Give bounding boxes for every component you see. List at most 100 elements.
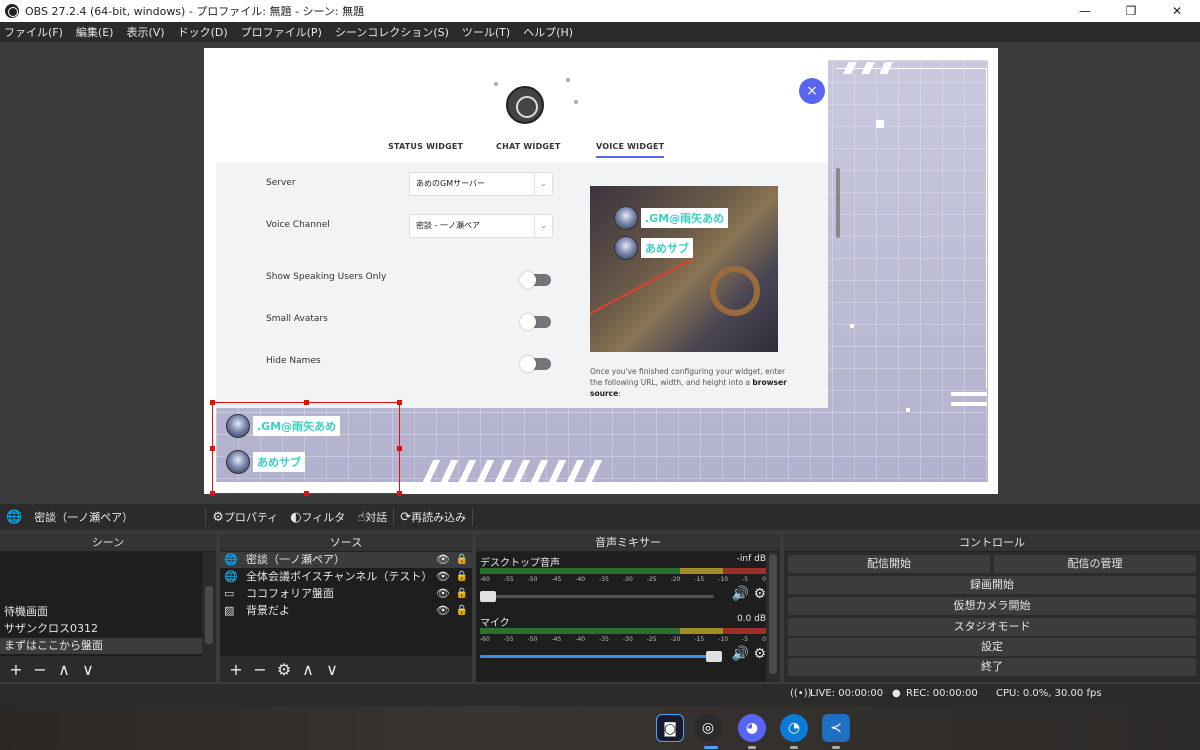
source-item[interactable]: ▨ 背景だよ 👁 🔒 [220,603,472,619]
slider-knob[interactable] [706,651,722,662]
scene-item-selected[interactable]: まずはここから盤面 [0,638,202,654]
gear-icon[interactable]: ⚙ [753,586,766,602]
resize-handle[interactable] [210,400,215,405]
scenes-body: 待機画面 サザンクロス0312 まずはここから盤面 + − ∧ ∨ [0,552,216,682]
widget-scrollbar[interactable] [836,168,840,238]
resize-handle[interactable] [397,491,402,496]
resize-handle[interactable] [304,491,309,496]
volume-slider[interactable] [480,651,722,662]
speaking-only-toggle[interactable] [520,272,551,288]
server-select[interactable]: あめのGMサーバー ⌄ [409,172,553,196]
chevron-down-icon: ⌄ [534,215,552,237]
add-scene-button[interactable]: + [4,660,28,679]
interact-label: 対話 [365,511,388,524]
mixer-scrollbar[interactable] [766,552,780,682]
minimize-button[interactable]: — [1062,0,1108,22]
camera-app-icon[interactable]: ◙ [656,714,684,742]
exit-button[interactable]: 終了 [788,658,1196,676]
refresh-button[interactable]: ⟳ 再読み込み [400,509,466,525]
add-source-button[interactable]: + [224,660,248,679]
status-bar: ((•)) LIVE: 00:00:00 ● REC: 00:00:00 CPU… [0,684,1200,706]
scene-scrollbar[interactable] [202,552,216,656]
tab-status-widget[interactable]: STATUS WIDGET [388,142,463,151]
source-item[interactable]: 🌐 密談（一ノ瀬ペア） 👁 🔒 [220,552,472,568]
discord-widget-panel: × STATUS WIDGET CHAT WIDGET VOICE WIDGET… [216,48,840,408]
small-avatars-toggle[interactable] [520,314,551,330]
menu-profile[interactable]: プロファイル(P) [241,24,322,40]
slider-knob[interactable] [480,591,496,602]
lock-icon[interactable]: 🔒 [456,603,468,619]
visibility-eye-icon[interactable]: 👁 [436,552,450,568]
lock-icon[interactable]: 🔒 [456,586,468,602]
settings-button[interactable]: 設定 [788,638,1196,656]
obs-taskbar-icon[interactable]: ◎ [694,714,722,742]
discord-icon[interactable]: ◕ [738,714,766,742]
properties-button[interactable]: ⚙ プロパティ [212,509,278,525]
move-up-button[interactable]: ∧ [52,660,76,679]
manage-broadcast-button[interactable]: 配信の管理 [994,555,1196,573]
edge-browser-icon[interactable]: ◔ [780,714,808,742]
menu-edit[interactable]: 編集(E) [76,24,114,40]
menu-view[interactable]: 表示(V) [126,24,164,40]
resize-handle[interactable] [304,400,309,405]
mixer-channel-desktop: デスクトップ音声 -inf dB -60 -55 -50 -45 -40 -35 -30 -2… [480,554,766,610]
speaker-icon[interactable]: 🔊 [732,646,749,662]
menu-scene-collection[interactable]: シーンコレクション(S) [335,24,449,40]
menu-file[interactable]: ファイル(F) [4,24,63,40]
tab-voice-widget[interactable]: VOICE WIDGET [596,142,665,158]
start-streaming-button[interactable]: 配信開始 [788,555,990,573]
globe-icon: 🌐 [224,570,238,583]
start-recording-button[interactable]: 録画開始 [788,576,1196,594]
start-virtual-camera-button[interactable]: 仮想カメラ開始 [788,597,1196,615]
scenes-dock: シーン 待機画面 サザンクロス0312 まずはここから盤面 + − ∧ ∨ [0,534,216,682]
source-item[interactable]: 🌐 全体会議ボイスチャンネル（テスト） 👁 🔒 [220,569,472,585]
image-icon: ▨ [224,604,235,617]
widget-close-button[interactable]: × [799,78,825,104]
running-indicator [748,746,756,749]
hide-names-toggle[interactable] [520,356,551,372]
resize-handle[interactable] [210,491,215,496]
resize-handle[interactable] [397,400,402,405]
deco-dot [494,82,498,86]
resize-handle[interactable] [397,446,402,451]
visibility-eye-icon[interactable]: 👁 [436,603,450,619]
voice-channel-select[interactable]: 密談 - 一ノ瀬ペア ⌄ [409,214,553,238]
menu-tools[interactable]: ツール(T) [462,24,510,40]
menu-help[interactable]: ヘルプ(H) [523,24,573,40]
selected-source-bounds[interactable] [210,400,402,496]
remove-scene-button[interactable]: − [28,660,52,679]
remove-source-button[interactable]: − [248,660,272,679]
move-up-button[interactable]: ∧ [296,660,320,679]
window-title: OBS 27.2.4 (64-bit, windows) - プロファイル: 無… [25,5,365,18]
gear-icon[interactable]: ⚙ [753,646,766,662]
vscode-icon[interactable]: ≺ [822,714,850,742]
move-down-button[interactable]: ∨ [76,660,100,679]
tab-chat-widget[interactable]: CHAT WIDGET [496,142,561,151]
lock-icon[interactable]: 🔒 [456,552,468,568]
close-window-button[interactable]: ✕ [1154,0,1200,22]
scale-tick: -30 [622,636,633,643]
frame-line [836,68,986,69]
scale-tick: -5 [742,576,749,583]
deco-stripe [476,460,495,482]
visibility-eye-icon[interactable]: 👁 [436,586,450,602]
restore-button[interactable]: ❐ [1108,0,1154,22]
volume-slider[interactable] [480,591,714,602]
scrollbar-thumb[interactable] [769,554,777,674]
live-status: LIVE: 00:00:00 [810,688,884,699]
scrollbar-thumb[interactable] [205,586,213,644]
speaker-icon[interactable]: 🔊 [732,586,749,602]
source-item[interactable]: ▭ ココフォリア盤面 👁 🔒 [220,586,472,602]
move-down-button[interactable]: ∨ [320,660,344,679]
resize-handle[interactable] [210,446,215,451]
scene-item[interactable]: サザンクロス0312 [0,621,202,637]
source-settings-button[interactable]: ⚙ [272,660,296,679]
scene-item[interactable]: 待機画面 [0,604,202,620]
interact-button[interactable]: ☝ 対話 [357,509,387,525]
studio-mode-button[interactable]: スタジオモード [788,618,1196,636]
visibility-eye-icon[interactable]: 👁 [436,569,450,585]
channel-db: 0.0 dB [736,614,766,624]
filters-button[interactable]: ◐ フィルタ [290,509,345,525]
menu-dock[interactable]: ドック(D) [178,24,228,40]
lock-icon[interactable]: 🔒 [456,569,468,585]
